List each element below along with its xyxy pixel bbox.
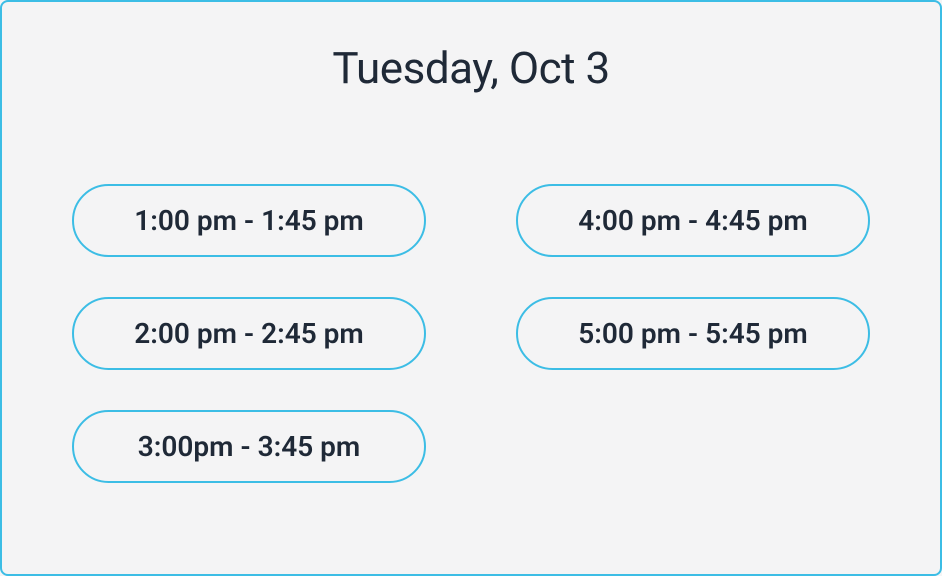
time-slot-picker: Tuesday, Oct 3 1:00 pm - 1:45 pm 4:00 pm… xyxy=(0,0,942,576)
time-slot-3pm[interactable]: 3:00pm - 3:45 pm xyxy=(72,410,426,483)
time-slot-4pm[interactable]: 4:00 pm - 4:45 pm xyxy=(516,184,870,257)
time-slots-grid: 1:00 pm - 1:45 pm 4:00 pm - 4:45 pm 2:00… xyxy=(62,184,880,483)
date-title: Tuesday, Oct 3 xyxy=(62,42,880,94)
time-slot-5pm[interactable]: 5:00 pm - 5:45 pm xyxy=(516,297,870,370)
time-slot-2pm[interactable]: 2:00 pm - 2:45 pm xyxy=(72,297,426,370)
time-slot-1pm[interactable]: 1:00 pm - 1:45 pm xyxy=(72,184,426,257)
